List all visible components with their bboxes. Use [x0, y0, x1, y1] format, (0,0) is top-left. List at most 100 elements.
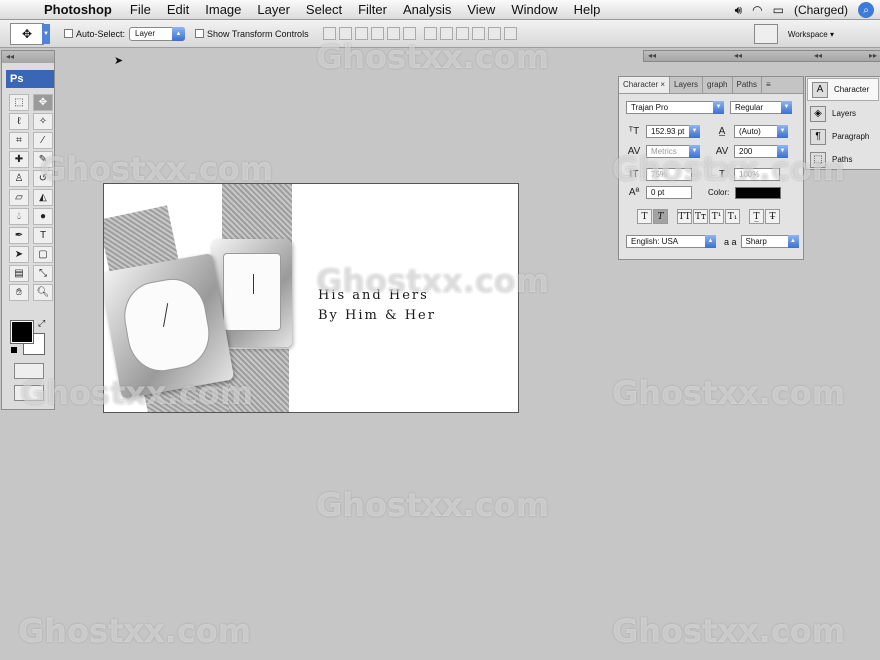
- anti-alias-select[interactable]: Sharp ▲: [740, 235, 799, 248]
- menu-layer[interactable]: Layer: [249, 2, 298, 17]
- distribute-bottom-icon[interactable]: [455, 27, 469, 40]
- vertical-scale-field[interactable]: 75%: [646, 168, 692, 181]
- brush-tool-icon[interactable]: ✎: [33, 151, 53, 168]
- chevron-down-icon[interactable]: ▼: [42, 23, 50, 44]
- show-transform-checkbox[interactable]: [195, 29, 205, 38]
- expand-icon[interactable]: ▸▸: [869, 51, 877, 60]
- menu-filter[interactable]: Filter: [350, 2, 395, 17]
- zoom-tool-icon[interactable]: 🔍︎: [33, 284, 53, 301]
- align-bottom-icon[interactable]: [354, 27, 368, 40]
- spotlight-icon[interactable]: ⌕: [858, 2, 874, 18]
- auto-select-dropdown[interactable]: Layer ▲: [129, 26, 186, 41]
- lasso-tool-icon[interactable]: ℓ: [9, 113, 29, 130]
- clone-stamp-tool-icon[interactable]: ♙: [9, 170, 29, 187]
- align-hcenter-icon[interactable]: [386, 27, 400, 40]
- align-left-icon[interactable]: [370, 27, 384, 40]
- dock-item-character[interactable]: A Character: [807, 78, 879, 101]
- align-top-icon[interactable]: [322, 27, 336, 40]
- watermark: Ghostxx.com: [316, 486, 550, 524]
- subscript-icon[interactable]: T₁: [725, 209, 740, 224]
- battery-status[interactable]: (Charged): [794, 3, 848, 17]
- collapse-icon[interactable]: ◂◂: [814, 51, 822, 60]
- align-vcenter-icon[interactable]: [338, 27, 352, 40]
- panel-menu-icon[interactable]: ≡: [762, 77, 775, 93]
- tab-character[interactable]: Character ×: [619, 77, 671, 93]
- workspace-button[interactable]: Workspace ▾: [788, 30, 834, 39]
- dodge-tool-icon[interactable]: ●: [33, 208, 53, 225]
- distribute-hcenter-icon[interactable]: [487, 27, 501, 40]
- faux-bold-icon[interactable]: T: [637, 209, 652, 224]
- notes-tool-icon[interactable]: ▤: [9, 265, 29, 282]
- menu-help[interactable]: Help: [566, 2, 609, 17]
- menu-file[interactable]: File: [122, 2, 159, 17]
- font-size-field[interactable]: 152.93 pt ▼: [646, 125, 700, 138]
- distribute-left-icon[interactable]: [471, 27, 485, 40]
- eyedropper-tool-icon[interactable]: ⤡: [33, 265, 53, 282]
- quick-mask-icon[interactable]: [14, 363, 44, 379]
- collapse-icon[interactable]: ◂◂: [734, 51, 742, 60]
- shape-tool-icon[interactable]: ▢: [33, 246, 53, 263]
- tools-panel-titlebar[interactable]: ◂◂: [2, 51, 54, 63]
- text-color-swatch[interactable]: [735, 186, 782, 199]
- path-selection-tool-icon[interactable]: ➤: [9, 246, 29, 263]
- marquee-tool-icon[interactable]: ⬚: [9, 94, 29, 111]
- file-browser-icon[interactable]: [753, 24, 778, 44]
- superscript-icon[interactable]: T¹: [709, 209, 724, 224]
- screen-mode-icon[interactable]: [14, 385, 44, 401]
- swap-colors-icon[interactable]: ⤢: [38, 318, 45, 329]
- baseline-shift-field[interactable]: 0 pt: [646, 186, 692, 199]
- menu-image[interactable]: Image: [197, 2, 249, 17]
- font-family-select[interactable]: Trajan Pro ▼: [626, 101, 724, 114]
- language-select[interactable]: English: USA ▲: [626, 235, 716, 248]
- menu-edit[interactable]: Edit: [159, 2, 197, 17]
- underline-icon[interactable]: T̲: [749, 209, 764, 224]
- slice-tool-icon[interactable]: ⁄: [33, 132, 53, 149]
- eraser-tool-icon[interactable]: ▱: [9, 189, 29, 206]
- distribute-right-icon[interactable]: [503, 27, 517, 40]
- distribute-top-icon[interactable]: [423, 27, 437, 40]
- all-caps-icon[interactable]: TT: [677, 209, 692, 224]
- pen-tool-icon[interactable]: ✒: [9, 227, 29, 244]
- blur-tool-icon[interactable]: 💧︎: [9, 208, 29, 225]
- menu-view[interactable]: View: [459, 2, 503, 17]
- tab-layers[interactable]: Layers: [670, 77, 704, 93]
- horizontal-scale-field[interactable]: 100%: [734, 168, 780, 181]
- menu-window[interactable]: Window: [503, 2, 565, 17]
- wifi-icon[interactable]: ◠: [752, 3, 762, 17]
- magic-wand-tool-icon[interactable]: ✧: [33, 113, 53, 130]
- align-right-icon[interactable]: [402, 27, 416, 40]
- dock-item-paragraph[interactable]: ¶ Paragraph: [806, 125, 880, 148]
- palette-well[interactable]: ◂◂ ◂◂ ◂◂ ▸▸: [643, 50, 880, 62]
- strikethrough-icon[interactable]: T̶: [765, 209, 780, 224]
- kerning-field[interactable]: Metrics ▼: [646, 145, 700, 158]
- battery-icon[interactable]: ▭: [773, 3, 784, 17]
- photoshop-logo[interactable]: Ps: [6, 70, 54, 88]
- font-style-select[interactable]: Regular ▼: [730, 101, 792, 114]
- tool-preset-picker[interactable]: ✥ ▼: [10, 22, 50, 45]
- tracking-field[interactable]: 200 ▼: [734, 145, 788, 158]
- paint-bucket-tool-icon[interactable]: ◭: [33, 189, 53, 206]
- tab-paragraph[interactable]: graph: [703, 77, 733, 93]
- leading-field[interactable]: (Auto) ▼: [734, 125, 788, 138]
- dock-item-paths[interactable]: ⬚ Paths: [806, 148, 880, 171]
- move-tool-icon[interactable]: ✥: [33, 94, 53, 111]
- menu-analysis[interactable]: Analysis: [395, 2, 459, 17]
- distribute-vcenter-icon[interactable]: [439, 27, 453, 40]
- auto-select-checkbox[interactable]: [64, 29, 73, 38]
- volume-icon[interactable]: 🔊︎: [735, 3, 743, 18]
- faux-italic-icon[interactable]: T: [653, 209, 668, 224]
- menu-app[interactable]: Photoshop: [34, 2, 122, 17]
- dock-item-layers[interactable]: ◈ Layers: [806, 102, 880, 125]
- collapse-icon[interactable]: ◂◂: [648, 51, 656, 60]
- crop-tool-icon[interactable]: ⌗: [9, 132, 29, 149]
- document-canvas[interactable]: His and Hers By Him & Her: [103, 183, 519, 413]
- foreground-color-swatch[interactable]: [10, 320, 34, 344]
- small-caps-icon[interactable]: Tᴛ: [693, 209, 708, 224]
- tab-paths[interactable]: Paths: [733, 77, 762, 93]
- hand-tool-icon[interactable]: ✋︎: [9, 284, 29, 301]
- default-colors-icon[interactable]: [11, 347, 17, 353]
- healing-brush-tool-icon[interactable]: ✚: [9, 151, 29, 168]
- history-brush-tool-icon[interactable]: ↺: [33, 170, 53, 187]
- menu-select[interactable]: Select: [298, 2, 350, 17]
- type-tool-icon[interactable]: T: [33, 227, 53, 244]
